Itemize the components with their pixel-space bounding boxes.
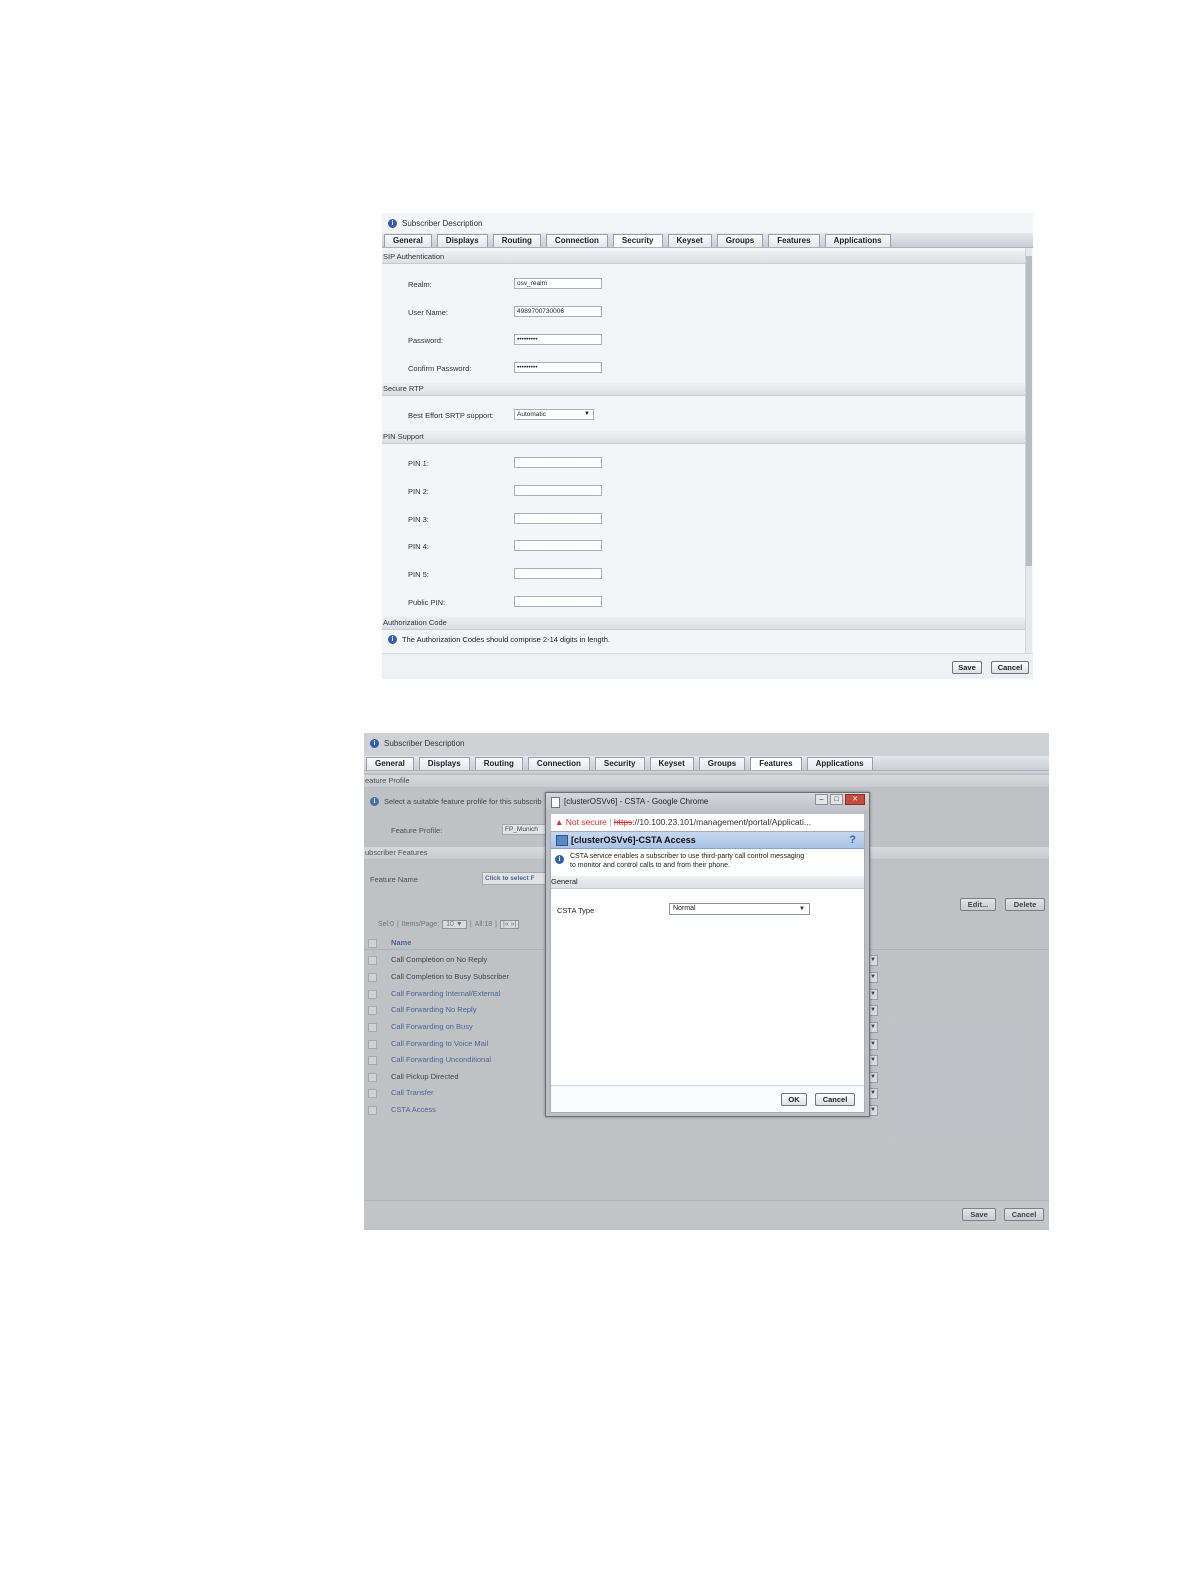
confirm-password-input[interactable]: ••••••••• [514, 362, 602, 373]
username-label: User Name: [408, 308, 449, 317]
tab-routing[interactable]: Routing [474, 757, 523, 770]
scrollbar-thumb[interactable] [1026, 256, 1032, 566]
csta-info-line-1: CSTA service enables a subscriber to use… [570, 853, 805, 860]
csta-dialog: [clusterOSVv6]-CSTA Access ? i CSTA serv… [550, 831, 865, 1113]
csta-type-select[interactable]: Normal ▼ [669, 903, 810, 915]
popup-titlebar[interactable]: [clusterOSVv6] - CSTA - Google Chrome – … [546, 793, 869, 810]
confirm-password-label: Confirm Password: [408, 364, 472, 373]
tab-keyset[interactable]: Keyset [667, 234, 712, 247]
pin5-label: PIN 5: [408, 570, 429, 579]
pin3-label: PIN 3: [408, 515, 429, 524]
cancel-button[interactable]: Cancel [991, 661, 1029, 674]
vertical-scrollbar[interactable] [1025, 248, 1032, 653]
tab-security[interactable]: Security [594, 757, 645, 770]
info-icon: i [388, 218, 397, 228]
authorization-code-header: Authorization Code [382, 617, 1025, 630]
csta-info-line-2: to monitor and control calls to and from… [570, 862, 730, 869]
realm-label: Realm: [408, 280, 432, 289]
tab-applications[interactable]: Applications [806, 757, 873, 770]
dialog-title: [clusterOSVv6]-CSTA Access [571, 835, 696, 845]
security-tab-screenshot: i Subscriber Description General Display… [382, 213, 1033, 679]
secure-rtp-header: Secure RTP [382, 383, 1025, 396]
csta-type-value: Normal [673, 905, 696, 912]
public-pin-label: Public PIN: [408, 598, 446, 607]
subscriber-description-row: i Subscriber Description [388, 216, 482, 230]
pin4-input[interactable] [514, 540, 602, 551]
footer-bar: Save Cancel [382, 653, 1033, 679]
address-bar[interactable]: ▲ Not secure | https://10.100.23.101/man… [550, 813, 865, 832]
tab-routing[interactable]: Routing [492, 234, 541, 247]
username-input[interactable]: 4989700730006 [514, 306, 602, 317]
dialog-footer: OK Cancel [551, 1085, 864, 1112]
pin3-input[interactable] [514, 513, 602, 524]
cancel-button[interactable]: Cancel [815, 1093, 855, 1106]
ok-button[interactable]: OK [781, 1093, 807, 1106]
chevron-down-icon: ▼ [584, 411, 590, 417]
url-scheme: https [613, 817, 633, 827]
subscriber-description-row: i Subscriber Description [370, 736, 464, 750]
tab-general[interactable]: General [384, 234, 432, 247]
password-label: Password: [408, 336, 444, 345]
window-controls: – □ ✕ [815, 794, 865, 805]
password-input[interactable]: ••••••••• [514, 334, 602, 345]
general-section-header: General [551, 876, 864, 889]
tab-security[interactable]: Security [612, 234, 663, 247]
tab-bar: General Displays Routing Connection Secu… [364, 756, 1049, 771]
close-icon[interactable]: ✕ [845, 794, 865, 805]
info-icon: i [555, 855, 564, 864]
document-icon [551, 797, 560, 808]
tab-groups[interactable]: Groups [698, 757, 746, 770]
tab-features[interactable]: Features [750, 757, 802, 770]
tab-connection[interactable]: Connection [545, 234, 608, 247]
info-icon: i [370, 738, 379, 748]
srtp-select-value: Automatic [517, 411, 546, 418]
tab-general[interactable]: General [366, 757, 414, 770]
tab-applications[interactable]: Applications [824, 234, 891, 247]
csta-info: i CSTA service enables a subscriber to u… [555, 852, 845, 870]
subscriber-description-label: Subscriber Description [384, 738, 465, 748]
pin1-label: PIN 1: [408, 459, 429, 468]
csta-popup-window: [clusterOSVv6] - CSTA - Google Chrome – … [545, 792, 870, 1117]
help-icon[interactable]: ? [849, 832, 856, 848]
csta-type-label: CSTA Type [557, 906, 595, 915]
pin-support-header: PIN Support [382, 431, 1025, 444]
save-button[interactable]: Save [952, 661, 982, 674]
chevron-down-icon: ▼ [799, 906, 805, 912]
tab-bar: General Displays Routing Connection Secu… [382, 233, 1033, 248]
not-secure-label: Not secure [565, 817, 607, 827]
tab-displays[interactable]: Displays [436, 234, 488, 247]
authorization-info: i The Authorization Codes should compris… [388, 635, 610, 644]
authorization-info-text: The Authorization Codes should comprise … [402, 635, 611, 644]
realm-input[interactable]: osv_realm [514, 278, 602, 289]
pin2-input[interactable] [514, 485, 602, 496]
minimize-icon[interactable]: – [815, 794, 828, 805]
pin4-label: PIN 4: [408, 542, 429, 551]
srtp-select[interactable]: Automatic ▼ [514, 409, 594, 420]
dialog-icon [556, 835, 568, 846]
srtp-label: Best Effort SRTP support: [408, 411, 494, 420]
maximize-icon[interactable]: □ [830, 794, 843, 805]
url-text: ://10.100.23.101/management/portal/Appli… [632, 817, 811, 827]
subscriber-description-label: Subscriber Description [402, 218, 483, 228]
sip-authentication-header: SIP Authentication [382, 251, 1025, 264]
features-tab-screenshot: i Subscriber Description General Display… [364, 733, 1049, 1230]
public-pin-input[interactable] [514, 596, 602, 607]
pin2-label: PIN 2: [408, 487, 429, 496]
tab-connection[interactable]: Connection [527, 757, 590, 770]
pin1-input[interactable] [514, 457, 602, 468]
tab-groups[interactable]: Groups [716, 234, 764, 247]
pin5-input[interactable] [514, 568, 602, 579]
warning-icon: ▲ [555, 817, 564, 827]
tab-displays[interactable]: Displays [418, 757, 470, 770]
dialog-header: [clusterOSVv6]-CSTA Access ? [551, 832, 864, 849]
tab-features[interactable]: Features [768, 234, 820, 247]
tab-keyset[interactable]: Keyset [649, 757, 694, 770]
info-icon: i [388, 635, 397, 644]
popup-window-title: [clusterOSVv6] - CSTA - Google Chrome [564, 797, 709, 806]
